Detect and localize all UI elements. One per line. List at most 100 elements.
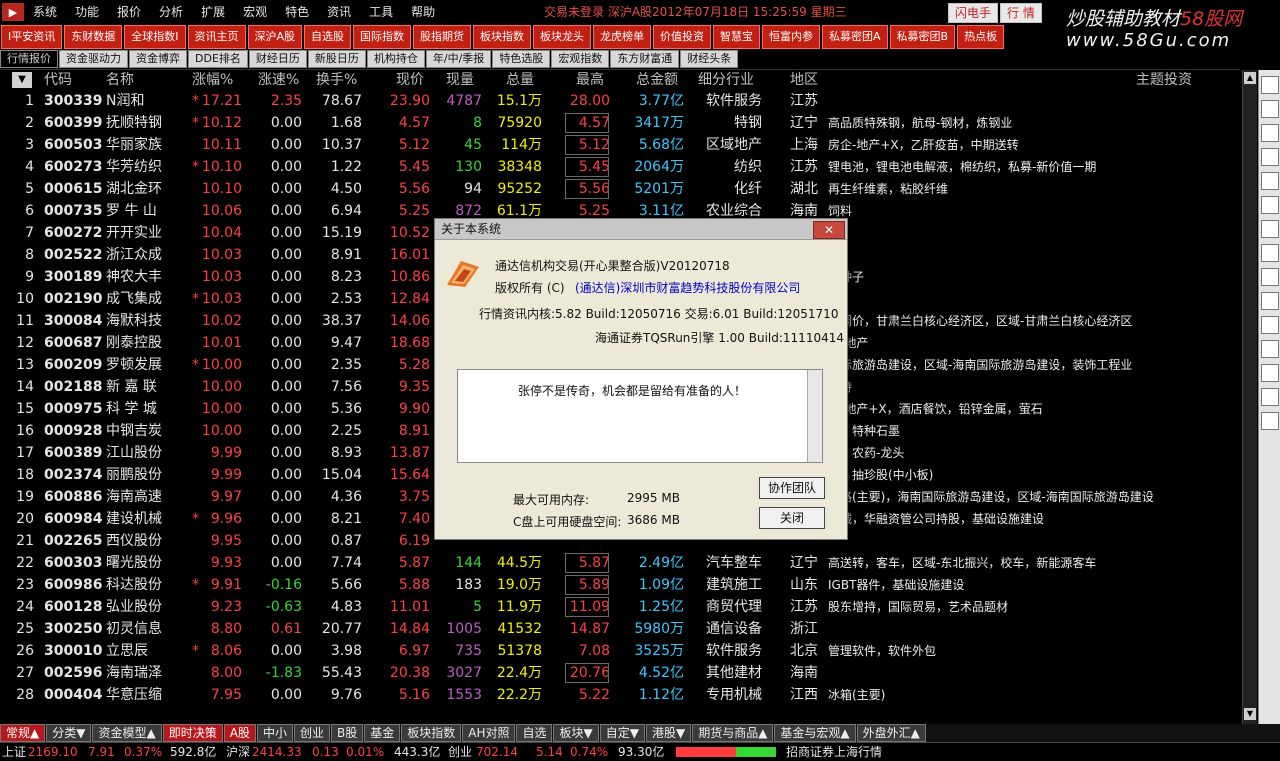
toolbar-button[interactable]: 智慧宝 [713, 25, 761, 49]
company-link[interactable]: (通达信)深圳市财富趋势科技股份有限公司 [575, 279, 800, 296]
tab[interactable]: 东方财富通 [610, 50, 680, 68]
header-price[interactable]: 现价 [396, 70, 424, 90]
table-row[interactable]: 23 600986 科达股份 * 9.91 -0.16 5.66 5.88 183 19.0万 5.… [0, 574, 1240, 596]
market-tab[interactable]: 板块指数 [401, 724, 462, 742]
list-icon[interactable] [1261, 124, 1279, 142]
message-scrollbar[interactable] [807, 370, 822, 462]
tab[interactable]: 财经日历 [248, 50, 307, 68]
header-volume[interactable]: 现量 [446, 70, 474, 90]
fiz-icon[interactable] [1261, 220, 1279, 238]
toolbar-button[interactable]: 板块指数 [473, 25, 532, 49]
header-theme[interactable]: 主题投资 [1136, 70, 1192, 90]
toolbar-button[interactable]: 全球指数I [124, 25, 186, 49]
dots-icon[interactable] [1261, 340, 1279, 358]
market-tab[interactable]: 基金与宏观▲ [774, 724, 856, 742]
table-scrollbar[interactable]: ▲ ▼ [1242, 70, 1257, 724]
team-button[interactable]: 协作团队 [759, 477, 825, 499]
tab[interactable]: 机构持仓 [366, 50, 425, 68]
scroll-up-icon[interactable]: ▲ [1244, 72, 1256, 84]
toolbar-button[interactable]: 国际指数 [353, 25, 412, 49]
toolbar-button[interactable]: 自选股 [304, 25, 352, 49]
market-tab[interactable]: 基金 [364, 724, 401, 742]
close-icon[interactable]: ✕ [813, 221, 845, 239]
menu-item[interactable]: 分析 [150, 0, 192, 24]
header-code[interactable]: 代码 [44, 70, 72, 90]
toolbar-button[interactable]: 深沪A股 [247, 25, 303, 49]
menu-item[interactable]: 系统 [24, 0, 66, 24]
tab[interactable]: 资金驱动力 [59, 50, 128, 68]
tab[interactable]: 资金博弈 [129, 50, 187, 68]
toolbar-button[interactable]: 私募密团A [822, 25, 888, 49]
menu-item[interactable]: 功能 [66, 0, 108, 24]
menu-item[interactable]: 资讯 [318, 0, 360, 24]
scroll-down-icon[interactable]: ▼ [1244, 708, 1256, 720]
exit-icon[interactable] [1261, 388, 1279, 406]
header-speed[interactable]: 涨速% [258, 70, 299, 90]
calendar-icon[interactable] [1261, 244, 1279, 262]
header-industry[interactable]: 细分行业 [698, 70, 754, 90]
header-high[interactable]: 最高 [576, 70, 604, 90]
table-row[interactable]: 24 600128 弘业股份 9.23 -0.63 4.83 11.01 5 11.9万 11.0… [0, 596, 1240, 618]
toolbar-button[interactable]: 龙虎榜单 [593, 25, 652, 49]
header-amount[interactable]: 总金额 [636, 70, 678, 90]
header-area[interactable]: 地区 [790, 70, 818, 90]
notes-icon[interactable] [1261, 268, 1279, 286]
table-row[interactable]: 25 300250 初灵信息 8.80 0.61 20.77 14.84 1005 41532 1… [0, 618, 1240, 640]
etf-icon[interactable] [1261, 364, 1279, 382]
toolbar-button[interactable]: 板块龙头 [533, 25, 592, 49]
tab[interactable]: 行情报价 [0, 50, 58, 68]
dialog-title-bar[interactable]: 关于本系统 ✕ [435, 219, 847, 240]
tab[interactable]: 宏观指数 [551, 50, 610, 68]
app-logo-icon[interactable]: ▶ [2, 3, 24, 21]
market-tab[interactable]: 创业 [293, 724, 330, 742]
market-tab[interactable]: 港股▼ [645, 724, 692, 742]
table-row[interactable]: 3 600503 华丽家族 10.11 0.00 10.37 5.12 45 114万 5.12 5… [0, 134, 1240, 156]
market-tab[interactable]: 自选 [516, 724, 553, 742]
market-tab[interactable]: 中小 [256, 724, 293, 742]
message-box[interactable]: 张停不是传奇，机会都是留给有准备的人！ [457, 369, 823, 463]
report-icon[interactable] [1261, 196, 1279, 214]
tab[interactable]: DDE排名 [188, 50, 248, 68]
toolbar-button[interactable]: I平安资讯 [1, 25, 63, 49]
table-row[interactable]: 22 600303 曙光股份 9.93 0.00 7.74 5.87 144 44.5万 5.87… [0, 552, 1240, 574]
market-tab[interactable]: B股 [330, 724, 364, 742]
menu-item[interactable]: 报价 [108, 0, 150, 24]
market-tab[interactable]: A股 [223, 724, 256, 742]
market-tab[interactable]: 外盘外汇▲ [856, 724, 926, 742]
tab[interactable]: 特色选股 [492, 50, 551, 68]
menu-item[interactable]: 工具 [360, 0, 402, 24]
table-row[interactable]: 2 600399 抚顺特钢 * 10.12 0.00 1.68 4.57 8 75920 4.57 3… [0, 112, 1240, 134]
menu-item[interactable]: 特色 [276, 0, 318, 24]
header-name[interactable]: 名称 [106, 70, 134, 90]
market-tab[interactable]: 分类▼ [46, 724, 92, 742]
fio-icon[interactable] [1261, 172, 1279, 190]
table-row[interactable]: 5 000615 湖北金环 10.10 0.00 4.50 5.56 94 95252 5.56 5… [0, 178, 1240, 200]
f10-icon[interactable] [1261, 148, 1279, 166]
market-tab[interactable]: 板块▼ [553, 724, 599, 742]
table-row[interactable]: 1 300339 N润和 * 17.21 2.35 78.67 23.90 4787 15.1万 2… [0, 90, 1240, 112]
market-tab[interactable]: AH对照 [462, 724, 516, 742]
toolbar-button[interactable]: 股指期货 [413, 25, 472, 49]
toolbar-button[interactable]: 资讯主页 [187, 25, 246, 49]
table-row[interactable]: 26 300010 立思辰 * 8.06 0.00 3.98 6.97 735 51378 7.08… [0, 640, 1240, 662]
folder-icon[interactable] [1261, 292, 1279, 310]
close-button[interactable]: 关闭 [759, 507, 825, 529]
header-turnover[interactable]: 换手% [316, 70, 357, 90]
menu-item[interactable]: 扩展 [192, 0, 234, 24]
header-change[interactable]: 涨幅% [192, 70, 233, 90]
market-tab[interactable]: 资金模型▲ [92, 724, 162, 742]
flash-trade-button[interactable]: 闪电手 [948, 3, 999, 23]
market-tab[interactable]: 期货与商品▲ [692, 724, 774, 742]
table-row[interactable]: 27 002596 海南瑞泽 8.00 -1.83 55.43 20.38 3027 22.4万… [0, 662, 1240, 684]
quote-button[interactable]: 行 情 [1000, 3, 1042, 23]
toolbar-button[interactable]: 私募密团B [889, 25, 956, 49]
toolbar-button[interactable]: 东财数据 [64, 25, 123, 49]
menu-item[interactable]: 宏观 [234, 0, 276, 24]
market-tab[interactable]: 常规▲ [0, 724, 46, 742]
sort-dropdown-icon[interactable]: ▼ [12, 72, 32, 88]
market-tab[interactable]: 自定▼ [599, 724, 645, 742]
chart-icon[interactable] [1261, 76, 1279, 94]
grid-icon[interactable] [1261, 100, 1279, 118]
toolbar-button[interactable]: 恒富内参 [762, 25, 821, 49]
tab[interactable]: 财经头条 [680, 50, 739, 68]
